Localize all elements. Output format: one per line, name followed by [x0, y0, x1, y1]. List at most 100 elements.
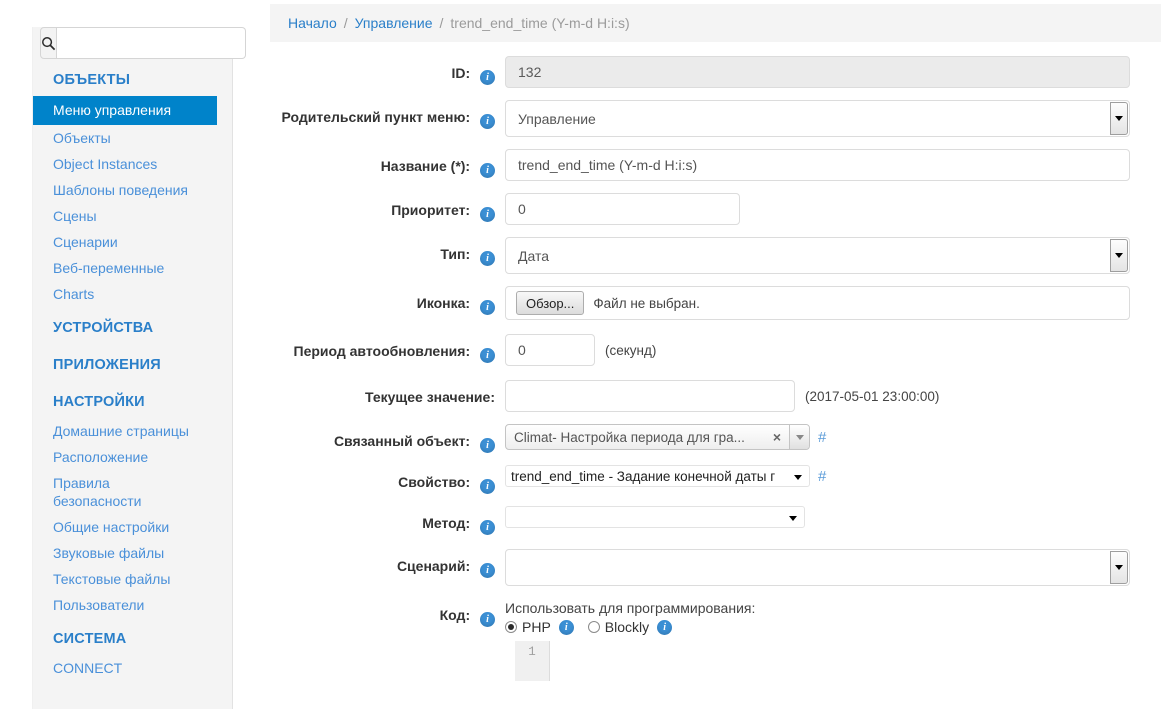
sidebar-item-pravila-bezopasnosti[interactable]: Правила безопасности	[33, 470, 232, 514]
type-select[interactable]: Дата	[505, 237, 1130, 274]
info-icon[interactable]: i	[480, 300, 495, 315]
label-id-text: ID:	[451, 65, 470, 81]
breadcrumb-separator: /	[440, 15, 444, 31]
field-row-id: ID: i 132	[270, 56, 1161, 88]
property-select[interactable]: trend_end_time - Задание конечной даты г	[505, 465, 810, 487]
sidebar-container: ОБЪЕКТЫ Меню управления Объекты Object I…	[0, 0, 270, 709]
label-current-value: Текущее значение:	[270, 380, 495, 406]
info-icon[interactable]: i	[480, 348, 495, 363]
label-type-text: Тип:	[440, 246, 470, 262]
current-value-input[interactable]	[505, 380, 795, 412]
field-row-icon: Иконка: i Обзор... Файл не выбран.	[270, 286, 1161, 320]
label-name: Название (*): i	[270, 149, 495, 178]
id-input: 132	[505, 56, 1130, 88]
sidebar-item-obshchie-nastroyki[interactable]: Общие настройки	[33, 514, 232, 540]
label-current-value-text: Текущее значение:	[365, 389, 495, 405]
info-icon[interactable]: i	[657, 620, 672, 635]
radio-php-label: PHP	[522, 619, 551, 635]
breadcrumb-section[interactable]: Управление	[355, 15, 433, 31]
breadcrumb-separator: /	[344, 15, 348, 31]
sidebar-group-apps[interactable]: ПРИЛОЖЕНИЯ	[33, 344, 232, 381]
radio-blockly[interactable]	[588, 621, 600, 633]
sidebar-item-obyekty[interactable]: Объекты	[33, 125, 232, 151]
sidebar-item-stseny[interactable]: Сцены	[33, 203, 232, 229]
info-icon[interactable]: i	[480, 563, 495, 578]
property-value: trend_end_time - Задание конечной даты г	[511, 469, 775, 484]
search-glyph	[41, 36, 56, 51]
sidebar-group-settings[interactable]: НАСТРОЙКИ	[33, 381, 232, 418]
sidebar-item-zvukovye-fayly[interactable]: Звуковые файлы	[33, 540, 232, 566]
browse-button[interactable]: Обзор...	[516, 291, 584, 315]
info-icon[interactable]: i	[480, 70, 495, 85]
label-script-text: Сценарий:	[397, 558, 470, 574]
sidebar-item-connect[interactable]: CONNECT	[33, 655, 232, 681]
parent-menu-select[interactable]: Управление	[505, 100, 1130, 137]
sidebar-group-devices[interactable]: УСТРОЙСТВА	[33, 307, 232, 344]
type-value: Дата	[518, 248, 549, 264]
label-priority-text: Приоритет:	[391, 202, 470, 218]
info-icon[interactable]: i	[480, 251, 495, 266]
info-icon[interactable]: i	[480, 207, 495, 222]
sidebar-group-system[interactable]: СИСТЕМА	[33, 618, 232, 655]
sidebar-item-charts[interactable]: Charts	[33, 281, 232, 307]
code-gutter-line-number: 1	[515, 641, 550, 681]
breadcrumb-current: trend_end_time (Y-m-d H:i:s)	[450, 15, 629, 31]
sidebar-item-object-instances[interactable]: Object Instances	[33, 151, 232, 177]
script-select[interactable]	[505, 549, 1130, 586]
field-row-linked-object: Связанный объект: i Climat- Настройка пе…	[270, 424, 1161, 453]
method-select[interactable]	[505, 506, 805, 528]
info-icon[interactable]: i	[480, 163, 495, 178]
linked-object-hash-link[interactable]: #	[818, 429, 826, 446]
priority-input[interactable]: 0	[505, 193, 740, 225]
sidebar-item-polzovateli[interactable]: Пользователи	[33, 592, 232, 618]
info-icon[interactable]: i	[480, 520, 495, 535]
refresh-period-unit: (секунд)	[605, 343, 656, 358]
info-icon[interactable]: i	[480, 479, 495, 494]
field-row-script: Сценарий: i	[270, 549, 1161, 586]
code-mode-radios: PHP i Blockly i	[505, 619, 1161, 635]
sidebar-item-stsenarii[interactable]: Сценарии	[33, 229, 232, 255]
chevron-down-icon	[794, 475, 802, 480]
menu-item-form: ID: i 132 Родительский пункт меню: i Упр…	[270, 42, 1161, 681]
radio-php[interactable]	[505, 621, 517, 633]
field-row-current-value: Текущее значение: (2017-05-01 23:00:00)	[270, 380, 1161, 412]
label-type: Тип: i	[270, 237, 495, 266]
breadcrumb-home[interactable]: Начало	[288, 15, 337, 31]
code-editor[interactable]: 1	[515, 641, 1135, 681]
label-code-text: Код:	[440, 607, 470, 623]
label-parent-menu: Родительский пункт меню: i	[270, 100, 495, 129]
label-script: Сценарий: i	[270, 549, 495, 578]
property-hash-link[interactable]: #	[818, 468, 826, 485]
label-refresh-period: Период автообновления: i	[270, 334, 495, 363]
sidebar-item-raspolozhenie[interactable]: Расположение	[33, 444, 232, 470]
main-content: Начало / Управление / trend_end_time (Y-…	[270, 0, 1161, 709]
sidebar-item-tekstovye-fayly[interactable]: Текстовые файлы	[33, 566, 232, 592]
info-icon[interactable]: i	[480, 612, 495, 627]
chevron-down-icon[interactable]	[1110, 102, 1128, 135]
linked-object-select2[interactable]: Climat- Настройка периода для гра... ×	[505, 424, 810, 450]
label-refresh-period-text: Период автообновления:	[294, 343, 471, 359]
info-icon[interactable]: i	[480, 438, 495, 453]
name-input[interactable]: trend_end_time (Y-m-d H:i:s)	[505, 149, 1130, 181]
parent-menu-value: Управление	[518, 111, 596, 127]
sidebar-item-domashnie-stranitsy[interactable]: Домашние страницы	[33, 418, 232, 444]
chevron-down-icon	[789, 516, 797, 521]
close-icon[interactable]: ×	[769, 429, 789, 445]
sidebar-item-shablony-povedeniya[interactable]: Шаблоны поведения	[33, 177, 232, 203]
page-root: ОБЪЕКТЫ Меню управления Объекты Object I…	[0, 0, 1161, 709]
search-input[interactable]	[57, 27, 246, 59]
chevron-down-icon[interactable]	[789, 425, 809, 449]
info-icon[interactable]: i	[480, 114, 495, 129]
sidebar-item-menu-upravleniya[interactable]: Меню управления	[33, 96, 217, 125]
search-icon[interactable]	[40, 27, 57, 59]
label-linked-object: Связанный объект: i	[270, 424, 495, 453]
refresh-period-input[interactable]: 0	[505, 334, 595, 366]
field-row-name: Название (*): i trend_end_time (Y-m-d H:…	[270, 149, 1161, 181]
icon-file-input[interactable]: Обзор... Файл не выбран.	[505, 286, 1130, 320]
sidebar-item-veb-peremennye[interactable]: Веб-переменные	[33, 255, 232, 281]
chevron-down-icon[interactable]	[1110, 239, 1128, 272]
label-property-text: Свойство:	[398, 474, 470, 490]
info-icon[interactable]: i	[559, 620, 574, 635]
field-row-parent-menu: Родительский пункт меню: i Управление	[270, 100, 1161, 137]
chevron-down-icon[interactable]	[1110, 551, 1128, 584]
